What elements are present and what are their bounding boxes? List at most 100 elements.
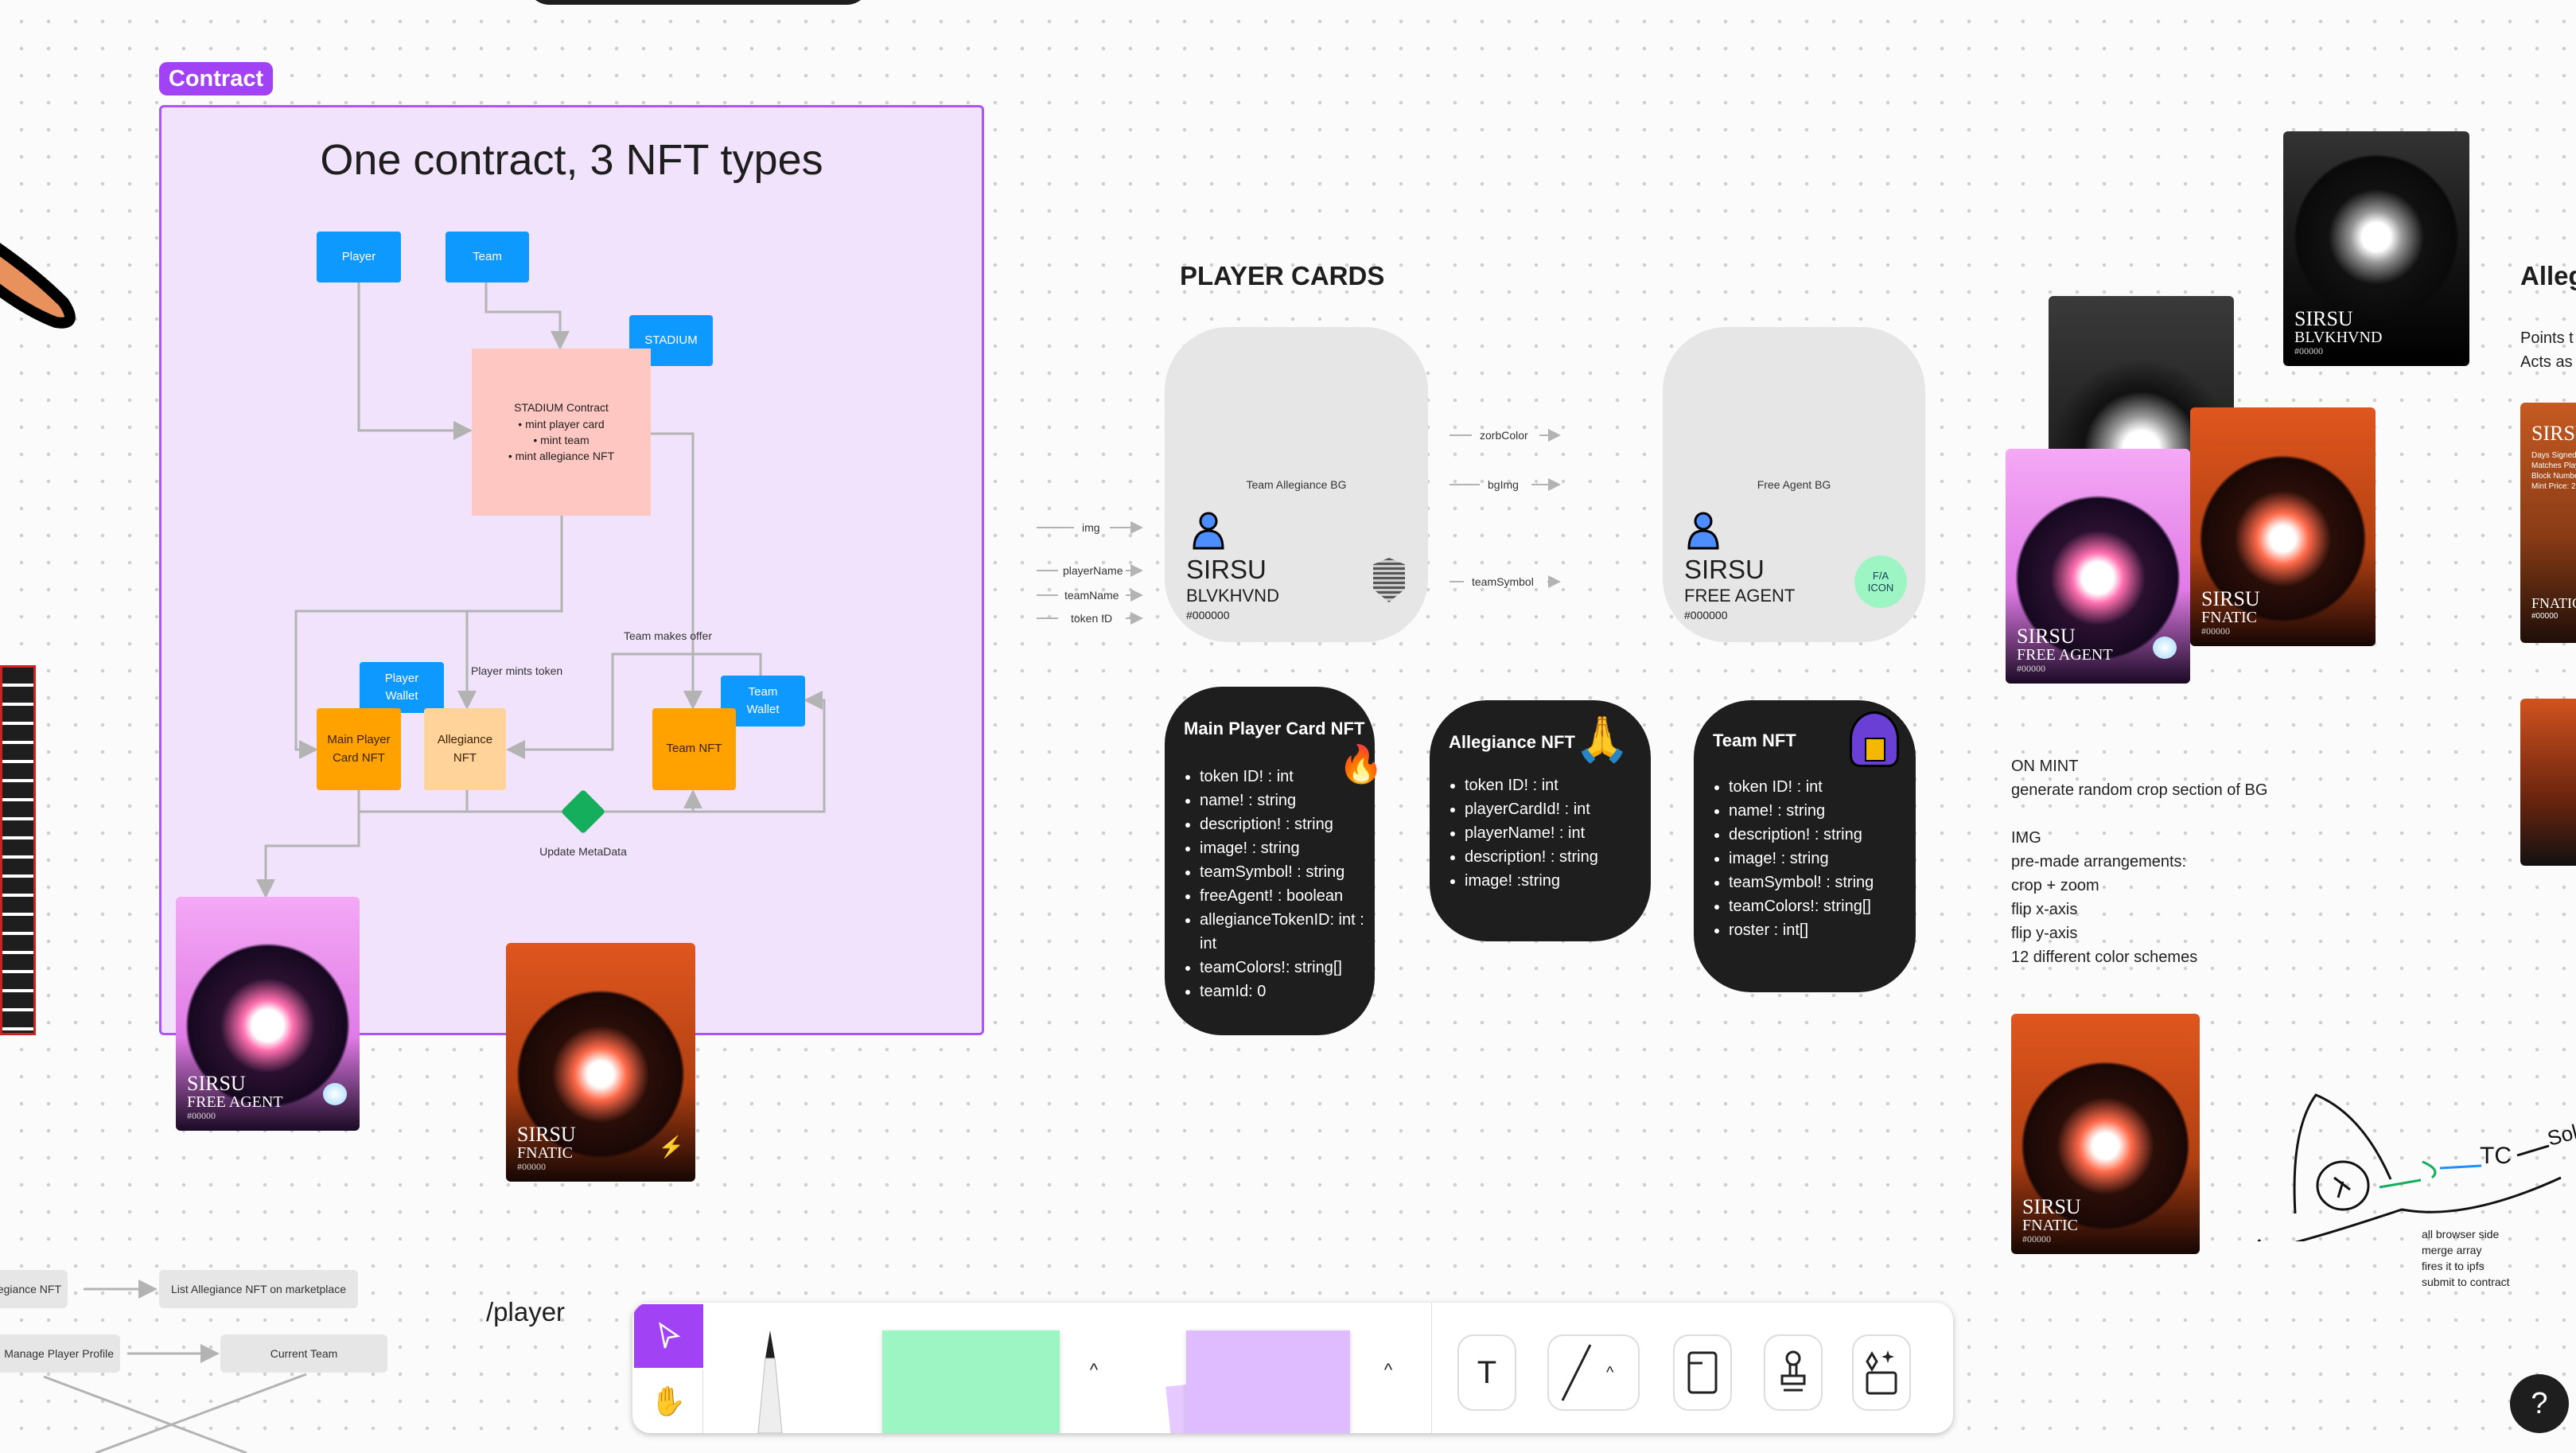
- chevron-up-icon[interactable]: ^: [1376, 1358, 1400, 1382]
- user-avatar-icon: [1191, 510, 1227, 550]
- frame-tool-button[interactable]: [1673, 1334, 1732, 1411]
- edge-contract-teamnft: [651, 432, 702, 710]
- field-item: playerCardId! : int: [1465, 797, 1598, 821]
- skull-emblem-icon: [1373, 558, 1405, 602]
- node-allegiance-nft[interactable]: Allegiance NFT: [424, 708, 506, 790]
- team-name: FREE AGENT: [1684, 586, 1796, 606]
- field-item: image! :string: [1465, 869, 1598, 893]
- field-item: token ID! : int: [1200, 765, 1367, 789]
- line-tool-button[interactable]: ^: [1547, 1334, 1640, 1411]
- chevron-up-icon[interactable]: ^: [1082, 1358, 1106, 1382]
- nft-art-fnatic-bottom[interactable]: SIRSU FNATIC #00000: [2011, 1014, 2200, 1254]
- player-name: SIRSU: [1684, 555, 1765, 584]
- pen-tool-button[interactable]: [750, 1326, 790, 1433]
- sketch-word-solid: Solid: [2545, 1116, 2576, 1151]
- user-avatar-icon: [1686, 510, 1722, 550]
- nft-art-free-agent[interactable]: SIRSU FREE AGENT #00000: [176, 897, 360, 1131]
- field-item: image! : string: [1200, 836, 1367, 860]
- nft-type-title: Allegiance NFT: [1449, 732, 1575, 752]
- edge-mainplayer-art: [256, 790, 360, 898]
- edge-team-contract: [484, 282, 570, 350]
- nft-type-title: Main Player Card NFT: [1184, 719, 1365, 738]
- player-card-team[interactable]: Team Allegiance BG SIRSU BLVKHVND #00000…: [1165, 327, 1428, 642]
- flow-node-manage-profile[interactable]: Manage Player Profile: [0, 1334, 120, 1373]
- player-card-free-agent[interactable]: Free Agent BG SIRSU FREE AGENT #000000 F…: [1663, 327, 1925, 642]
- team-name: BLVKHVND: [1186, 586, 1279, 606]
- chevron-up-icon[interactable]: ^: [1606, 1364, 1613, 1382]
- fnatic-logo-icon: ⚡: [658, 1135, 684, 1159]
- hand-drawn-sketch: TC Solid: [2257, 1093, 2576, 1241]
- heading-allegiance: Alleg: [2520, 261, 2576, 290]
- hooded-figure-your-move-icon: [1850, 711, 1899, 767]
- allegiance-card-partial[interactable]: SIRSU Days SignedMatches PlayBlock Numbe…: [2520, 403, 2576, 643]
- card-bg-label: Team Allegiance BG: [1246, 478, 1347, 491]
- field-item: teamColors!: string[]: [1200, 956, 1367, 980]
- contract-item: • mint team: [533, 434, 590, 446]
- field-label-zorbcolor: zorbColor: [1480, 429, 1528, 442]
- hand-icon: ✋: [650, 1385, 687, 1417]
- nft-art-free-agent-gallery[interactable]: SIRSU FREE AGENT #00000: [2006, 449, 2190, 684]
- contract-title: STADIUM Contract: [514, 401, 609, 415]
- token-id: #000000: [1186, 609, 1230, 621]
- allegiance-desc: Points t Acts as: [2520, 329, 2574, 371]
- nft-art-fnatic[interactable]: ⚡ SIRSU FNATIC #00000: [506, 943, 695, 1182]
- sketch-word-tc: TC: [2480, 1143, 2512, 1169]
- field-label-bgimg: bgImg: [1488, 478, 1519, 491]
- token-id: #000000: [1684, 609, 1728, 621]
- contract-item: • mint player card: [518, 417, 605, 430]
- field-item: roster : int[]: [1729, 918, 1874, 942]
- label-team-makes-offer: Team makes offer: [624, 629, 713, 642]
- nft-type-allegiance[interactable]: Allegiance NFT 🙏 token ID! : int playerC…: [1430, 700, 1651, 941]
- stamp-icon: [1780, 1350, 1806, 1392]
- help-button[interactable]: ?: [2510, 1374, 2569, 1433]
- node-player[interactable]: Player: [317, 232, 401, 282]
- node-main-player-card[interactable]: Main Player Card NFT: [317, 708, 401, 790]
- allegiance-art-partial[interactable]: [2520, 699, 2576, 866]
- nft-type-main-player-card[interactable]: Main Player Card NFT 🔥 token ID! : int n…: [1165, 687, 1383, 1035]
- select-tool-button[interactable]: [634, 1304, 703, 1368]
- nft-type-title: Team NFT: [1713, 730, 1796, 750]
- field-item: name! : string: [1200, 789, 1367, 812]
- sparkle-shapes-icon: [1866, 1350, 1897, 1395]
- field-item: description! : string: [1200, 812, 1367, 836]
- node-team[interactable]: Team: [446, 232, 529, 282]
- field-item: allegianceTokenID: int : int: [1200, 908, 1367, 956]
- player-name: SIRSU: [1186, 555, 1267, 584]
- label-update-metadata: Update MetaData: [539, 845, 627, 858]
- high-five-icon: 🙏: [1574, 714, 1630, 764]
- field-item: playerName! : int: [1465, 821, 1598, 845]
- node-stadium-contract[interactable]: STADIUM Contract • mint player card • mi…: [472, 349, 651, 516]
- free-agent-badge: F/A ICON: [1854, 555, 1907, 608]
- cursor-icon: [658, 1322, 680, 1349]
- pen-icon: [757, 1330, 783, 1433]
- sketch-notes: all browser side merge array fires it to i…: [2422, 1228, 2510, 1288]
- field-item: description! : string: [1729, 823, 1874, 847]
- field-item: freeAgent! : boolean: [1200, 884, 1367, 908]
- stamp-tool-button[interactable]: [1764, 1334, 1823, 1411]
- edge-player-contract: [357, 282, 473, 440]
- nft-art-blvkhvnd[interactable]: SIRSU BLVKHVND #00000: [2283, 131, 2469, 366]
- sticky-note-purple-button[interactable]: [1165, 1330, 1350, 1433]
- toolbar-divider: [1431, 1303, 1432, 1433]
- nft-art-fnatic-gallery[interactable]: SIRSU FNATIC #00000: [2190, 407, 2376, 646]
- field-item: token ID! : int: [1729, 775, 1874, 799]
- flow-node-current-team[interactable]: Current Team: [220, 1334, 387, 1373]
- field-item: image! : string: [1729, 847, 1874, 871]
- node-player-wallet[interactable]: Player Wallet: [360, 662, 444, 713]
- flow-node-list-marketplace[interactable]: List Allegiance NFT on marketplace: [159, 1270, 358, 1308]
- sticky-note-green-button[interactable]: [882, 1330, 1060, 1433]
- flow-node-allegiance-nft[interactable]: Allegiance NFT: [0, 1270, 68, 1308]
- node-team-nft[interactable]: Team NFT: [652, 708, 736, 790]
- mint-notes: ON MINT generate random crop section of B…: [2011, 758, 2268, 966]
- nft-type-team[interactable]: Team NFT token ID! : int name! : string …: [1694, 700, 1916, 992]
- frame-icon: [1687, 1351, 1718, 1394]
- hand-tool-button[interactable]: ✋: [634, 1369, 703, 1433]
- more-tools-button[interactable]: [1852, 1334, 1911, 1411]
- text-tool-button[interactable]: T: [1457, 1334, 1516, 1411]
- field-item: teamColors!: string[]: [1729, 894, 1874, 918]
- field-item: teamSymbol! : string: [1200, 860, 1367, 884]
- field-label-teamsymbol: teamSymbol: [1472, 575, 1534, 588]
- line-icon: [1561, 1344, 1592, 1401]
- route-label: /player: [486, 1297, 566, 1326]
- field-label-playername: playerName: [1063, 564, 1123, 577]
